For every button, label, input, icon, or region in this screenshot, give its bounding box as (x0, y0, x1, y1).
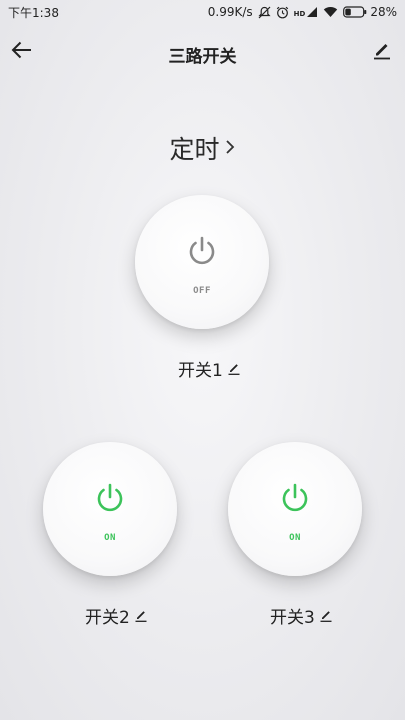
pencil-icon (372, 41, 392, 65)
battery-icon (343, 6, 367, 18)
signal-icon: HD (294, 6, 319, 18)
switch-2-toggle[interactable]: ON (43, 442, 177, 576)
page-title: 三路开关 (168, 47, 237, 67)
switch-2-state: ON (104, 533, 116, 543)
switch-1-toggle[interactable]: OFF (135, 195, 269, 329)
mute-icon (258, 6, 271, 19)
switch-3-toggle[interactable]: ON (228, 442, 362, 576)
switch-1-label-button[interactable]: 开关1 (178, 356, 241, 381)
timer-link[interactable]: 定时 (0, 130, 405, 166)
pencil-icon (134, 609, 148, 623)
switch-3-label: 开关3 (270, 608, 315, 628)
wifi-icon (323, 6, 338, 18)
switch-2-label: 开关2 (85, 608, 130, 628)
network-speed: 0.99K/s (207, 5, 253, 19)
pencil-icon (319, 609, 333, 623)
power-icon (93, 475, 127, 519)
switch-3-state: ON (289, 533, 301, 543)
timer-label: 定时 (169, 135, 220, 164)
signal-label: HD (293, 10, 306, 18)
battery-status: 28% (343, 5, 397, 19)
switch-2-label-button[interactable]: 开关2 (85, 603, 148, 628)
switch-1-label: 开关1 (178, 361, 223, 381)
status-bar: 下午1:38 0.99K/s HD 28% (0, 0, 405, 24)
power-icon (185, 228, 219, 272)
alarm-icon (276, 6, 289, 19)
switch-3-label-button[interactable]: 开关3 (270, 603, 333, 628)
nav-bar: 三路开关 (0, 30, 405, 78)
edit-name-button[interactable] (369, 40, 395, 66)
switch-1-state: OFF (193, 286, 211, 296)
battery-percent: 28% (370, 5, 397, 19)
chevron-right-icon (224, 134, 236, 163)
pencil-icon (227, 362, 241, 376)
status-time: 下午1:38 (8, 5, 59, 20)
power-icon (278, 475, 312, 519)
